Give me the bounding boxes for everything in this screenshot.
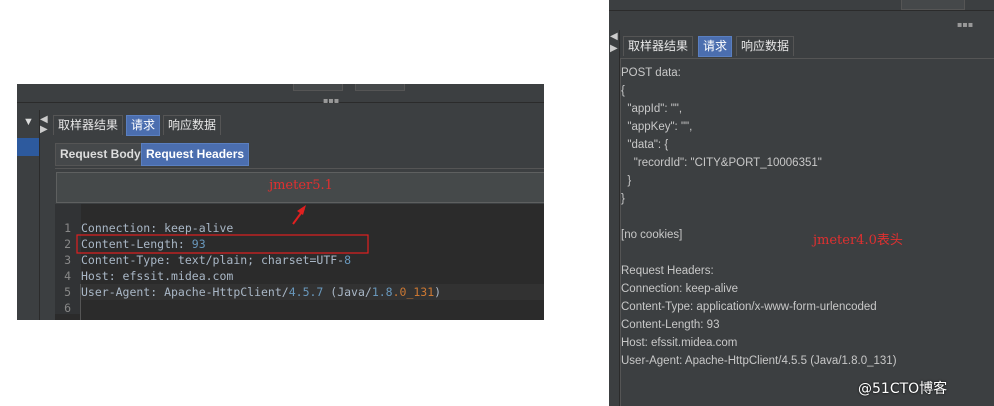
request-text-line: User-Agent: Apache-HttpClient/4.5.5 (Jav… bbox=[621, 355, 897, 367]
annotation-jmeter40: jmeter4.0表头 bbox=[813, 233, 903, 248]
left-collapse-bar bbox=[609, 30, 620, 406]
request-text-line: Content-Type: application/x-www-form-url… bbox=[621, 301, 877, 313]
chevron-left-icon[interactable]: ◀ bbox=[610, 31, 618, 42]
request-text-line: { bbox=[621, 85, 625, 97]
splitter-grip-icon[interactable]: ▪▪▪ bbox=[957, 20, 973, 29]
chevron-right-icon[interactable]: ▶ bbox=[610, 43, 618, 54]
annotation-arrow-left bbox=[292, 205, 306, 225]
right-top-toolbar bbox=[609, 0, 994, 30]
request-text-line: POST data: bbox=[621, 67, 681, 79]
request-text-line: Host: efssit.midea.com bbox=[621, 337, 738, 349]
request-text-line: Connection: keep-alive bbox=[621, 283, 738, 295]
watermark-text: @51CTO博客 bbox=[858, 381, 948, 397]
tab-request[interactable]: 请求 bbox=[698, 36, 733, 57]
request-text-line: } bbox=[621, 193, 625, 205]
request-text-line: "data": { bbox=[621, 139, 669, 151]
toolbar-button[interactable] bbox=[901, 0, 965, 10]
highlight-box-content-type-51 bbox=[76, 234, 369, 254]
request-text-line: } bbox=[621, 175, 632, 187]
request-text-line: "appKey": "", bbox=[621, 121, 693, 133]
request-text-line: Content-Length: 93 bbox=[621, 319, 720, 331]
tab-response-data[interactable]: 响应数据 bbox=[736, 36, 795, 56]
request-text-line: "recordId": "CITY&PORT_10006351" bbox=[621, 157, 822, 169]
jmeter40-panel: ▪▪▪ ◀ ▶ 取样器结果 请求 响应数据 POST data: { "appId… bbox=[609, 0, 994, 406]
tab-sampler-result[interactable]: 取样器结果 bbox=[623, 36, 694, 56]
request-text-line: [no cookies] bbox=[621, 229, 683, 241]
request-text-line: Request Headers: bbox=[621, 265, 714, 277]
request-text-line: "appId": "", bbox=[621, 103, 683, 115]
